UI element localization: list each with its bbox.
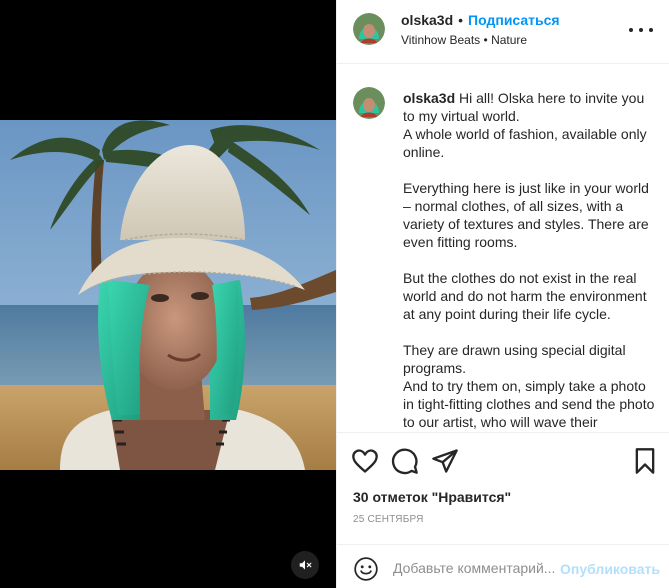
emoji-button[interactable] xyxy=(353,556,379,582)
comment-button[interactable] xyxy=(391,447,419,475)
more-options-icon[interactable] xyxy=(629,22,653,38)
mute-toggle-button[interactable] xyxy=(291,551,319,579)
caption-username-link[interactable]: olska3d xyxy=(403,90,455,106)
emoji-icon xyxy=(354,557,378,581)
share-button[interactable] xyxy=(431,447,459,475)
post-caption: olska3d Hi all! Olska here to invite you… xyxy=(403,89,655,431)
heart-icon xyxy=(352,449,378,473)
audio-separator-dot: • xyxy=(483,33,488,47)
like-button[interactable] xyxy=(351,447,379,475)
caption-paragraph-4: They are drawn using special digital pro… xyxy=(403,342,626,376)
caption-paragraph-3: But the clothes do not exist in the real… xyxy=(403,270,647,322)
comment-input[interactable] xyxy=(393,557,563,579)
video-frame[interactable] xyxy=(0,120,336,470)
muted-speaker-icon xyxy=(299,560,312,570)
post-actions: 30 отметок "Нравится" 25 СЕНТЯБРЯ xyxy=(337,432,669,544)
follow-button[interactable]: Подписаться xyxy=(468,12,560,28)
caption-author-avatar[interactable] xyxy=(353,87,385,119)
comment-icon xyxy=(391,448,418,475)
separator-dot: • xyxy=(458,12,464,28)
author-username-link[interactable]: olska3d xyxy=(401,12,453,28)
publish-comment-button[interactable]: Опубликовать xyxy=(560,561,660,577)
paper-plane-icon xyxy=(432,449,458,473)
post-media[interactable] xyxy=(0,0,336,588)
audio-track-link[interactable]: Nature xyxy=(491,33,527,47)
likes-count[interactable]: 30 отметок "Нравится" xyxy=(353,489,511,505)
caption-area: olska3d Hi all! Olska here to invite you… xyxy=(337,65,669,432)
author-avatar[interactable] xyxy=(353,13,385,45)
caption-paragraph-2: Everything here is just like in your wor… xyxy=(403,180,649,250)
save-button[interactable] xyxy=(631,447,659,475)
audio-artist-link[interactable]: Vitinhow Beats xyxy=(401,33,480,47)
video-still-image xyxy=(0,120,336,470)
post-date[interactable]: 25 СЕНТЯБРЯ xyxy=(353,514,424,525)
caption-paragraph-1b: A whole world of fashion, available only… xyxy=(403,126,647,160)
bookmark-icon xyxy=(635,448,655,474)
comment-bar: Опубликовать xyxy=(337,544,669,588)
post-header: olska3d • Подписаться Vitinhow Beats • Nat… xyxy=(337,0,669,64)
caption-paragraph-4b: And to try them on, simply take a photo … xyxy=(403,378,655,430)
post-details-panel: olska3d • Подписаться Vitinhow Beats • Nat… xyxy=(336,0,669,588)
